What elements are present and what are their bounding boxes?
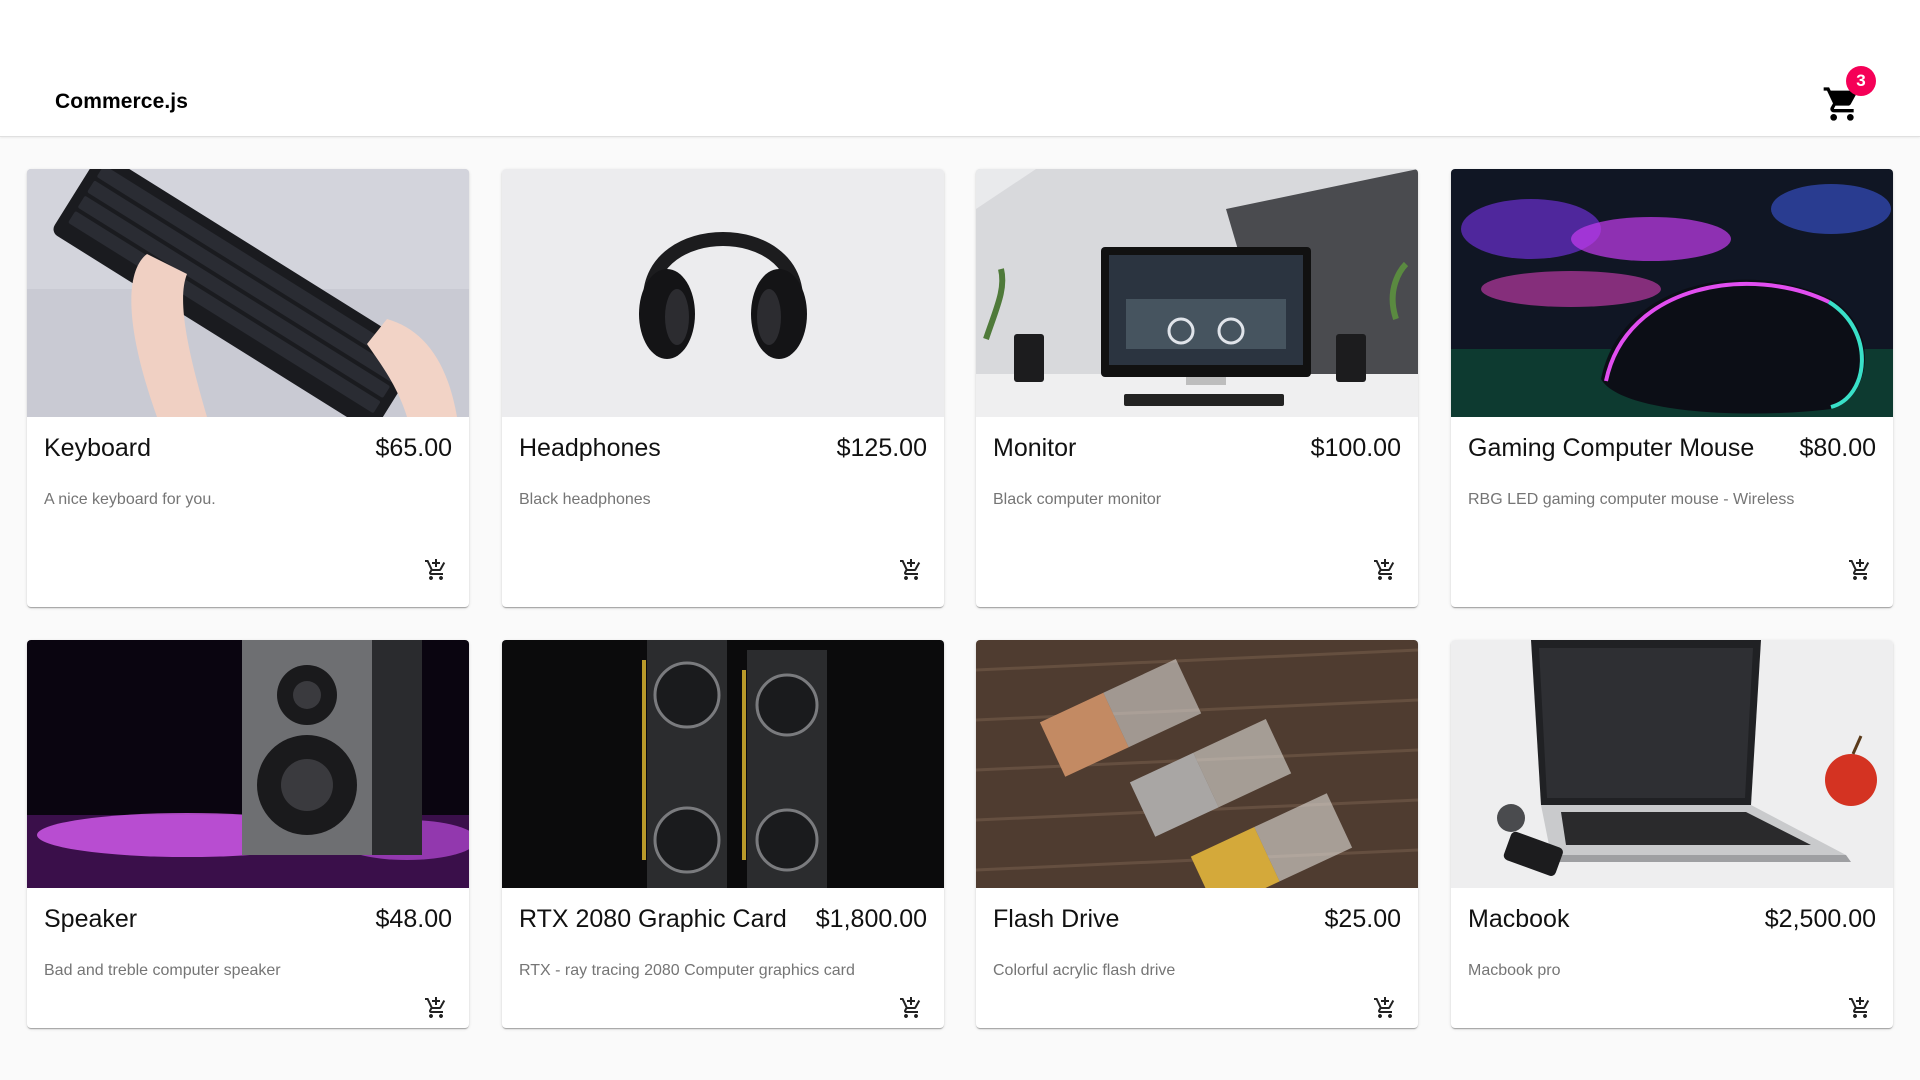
product-name: Macbook	[1468, 905, 1570, 933]
product-price: $25.00	[1324, 905, 1401, 933]
product-description: Black computer monitor	[993, 491, 1162, 508]
add-to-cart-button[interactable]	[896, 993, 926, 1023]
product-price: $80.00	[1799, 434, 1876, 462]
product-price: $48.00	[375, 905, 452, 933]
add-shopping-cart-icon	[425, 997, 446, 1018]
product-description: Black headphones	[519, 491, 651, 508]
product-price: $100.00	[1310, 434, 1401, 462]
product-description: Macbook pro	[1468, 962, 1561, 979]
product-description: RBG LED gaming computer mouse - Wireless	[1468, 491, 1795, 508]
macbook-photo[interactable]	[1451, 640, 1893, 888]
add-to-cart-button[interactable]	[1370, 993, 1400, 1023]
add-to-cart-button[interactable]	[421, 555, 451, 585]
product-card: Monitor $100.00 Black computer monitor	[976, 169, 1418, 607]
add-shopping-cart-icon	[1849, 559, 1870, 580]
add-shopping-cart-icon	[1374, 559, 1395, 580]
add-to-cart-button[interactable]	[421, 993, 451, 1023]
add-to-cart-button[interactable]	[896, 555, 926, 585]
monitor-photo[interactable]	[976, 169, 1418, 417]
add-shopping-cart-icon	[425, 559, 446, 580]
product-description: A nice keyboard for you.	[44, 491, 216, 508]
add-to-cart-button[interactable]	[1845, 555, 1875, 585]
add-shopping-cart-icon	[1849, 997, 1870, 1018]
product-card: Headphones $125.00 Black headphones	[502, 169, 944, 607]
product-price: $1,800.00	[815, 905, 927, 933]
product-name: Flash Drive	[993, 905, 1120, 933]
product-name: Gaming Computer Mouse	[1468, 434, 1755, 462]
product-price: $2,500.00	[1764, 905, 1876, 933]
product-card: Flash Drive $25.00 Colorful acrylic flas…	[976, 640, 1418, 1028]
product-price: $65.00	[375, 434, 452, 462]
speaker-photo[interactable]	[27, 640, 469, 888]
product-card: Speaker $48.00 Bad and treble computer s…	[27, 640, 469, 1028]
product-card: Macbook $2,500.00 Macbook pro	[1451, 640, 1893, 1028]
add-shopping-cart-icon	[900, 997, 921, 1018]
product-description: Bad and treble computer speaker	[44, 962, 281, 979]
product-description: Colorful acrylic flash drive	[993, 962, 1176, 979]
product-name: RTX 2080 Graphic Card	[519, 905, 787, 933]
product-card: Keyboard $65.00 A nice keyboard for you.	[27, 169, 469, 607]
product-name: Monitor	[993, 434, 1077, 462]
add-to-cart-button[interactable]	[1845, 993, 1875, 1023]
add-shopping-cart-icon	[900, 559, 921, 580]
product-name: Speaker	[44, 905, 138, 933]
graphics-card-photo[interactable]	[502, 640, 944, 888]
product-name: Keyboard	[44, 434, 152, 462]
product-price: $125.00	[836, 434, 927, 462]
flash-drive-photo[interactable]	[976, 640, 1418, 888]
product-description: RTX - ray tracing 2080 Computer graphics…	[519, 962, 855, 979]
brand-title[interactable]: Commerce.js	[55, 90, 188, 114]
product-card: Gaming Computer Mouse $80.00 RBG LED gam…	[1451, 169, 1893, 607]
product-name: Headphones	[519, 434, 661, 462]
cart-count-badge: 3	[1846, 66, 1876, 96]
headphones-photo[interactable]	[502, 169, 944, 417]
gaming-mouse-photo[interactable]	[1451, 169, 1893, 417]
add-shopping-cart-icon	[1374, 997, 1395, 1018]
product-card: RTX 2080 Graphic Card $1,800.00 RTX - ra…	[502, 640, 944, 1028]
add-to-cart-button[interactable]	[1370, 555, 1400, 585]
app-bar: Commerce.js 3	[0, 0, 1920, 137]
keyboard-photo[interactable]	[27, 169, 469, 417]
